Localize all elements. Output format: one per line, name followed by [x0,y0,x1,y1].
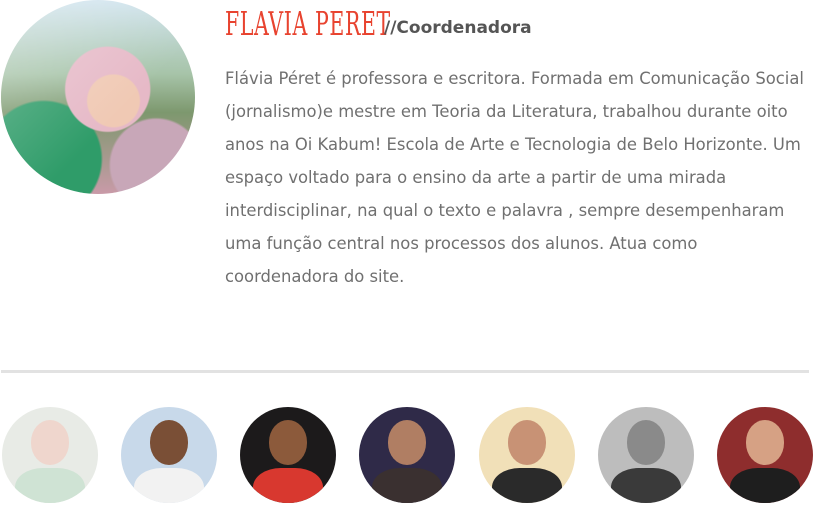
featured-profile-photo [1,0,195,194]
body-shape [134,468,204,503]
team-avatar-5[interactable] [479,407,575,503]
face-shape [387,420,427,465]
body-shape [611,468,681,503]
face-shape [626,420,666,465]
team-avatar-2[interactable] [121,407,217,503]
face-shape [268,420,308,465]
body-shape [492,468,562,503]
section-divider [1,370,809,373]
team-avatar-3[interactable] [240,407,336,503]
face-shape [745,420,785,465]
face-shape [30,420,70,465]
body-shape [253,468,323,503]
body-shape [15,468,85,503]
body-shape [372,468,442,503]
team-avatar-6[interactable] [598,407,694,503]
body-shape [730,468,800,503]
profile-bio: Flávia Péret é professora e escritora. F… [225,69,804,286]
team-avatar-1[interactable] [2,407,98,503]
photo-overlay [1,0,195,194]
profile-name: Flavia Peret [225,4,391,43]
team-avatar-row [0,407,813,505]
team-avatar-4[interactable] [359,407,455,503]
profile-role: //Coordenadora [384,18,532,38]
team-avatar-7[interactable] [717,407,813,503]
face-shape [149,420,189,465]
face-shape [507,420,547,465]
